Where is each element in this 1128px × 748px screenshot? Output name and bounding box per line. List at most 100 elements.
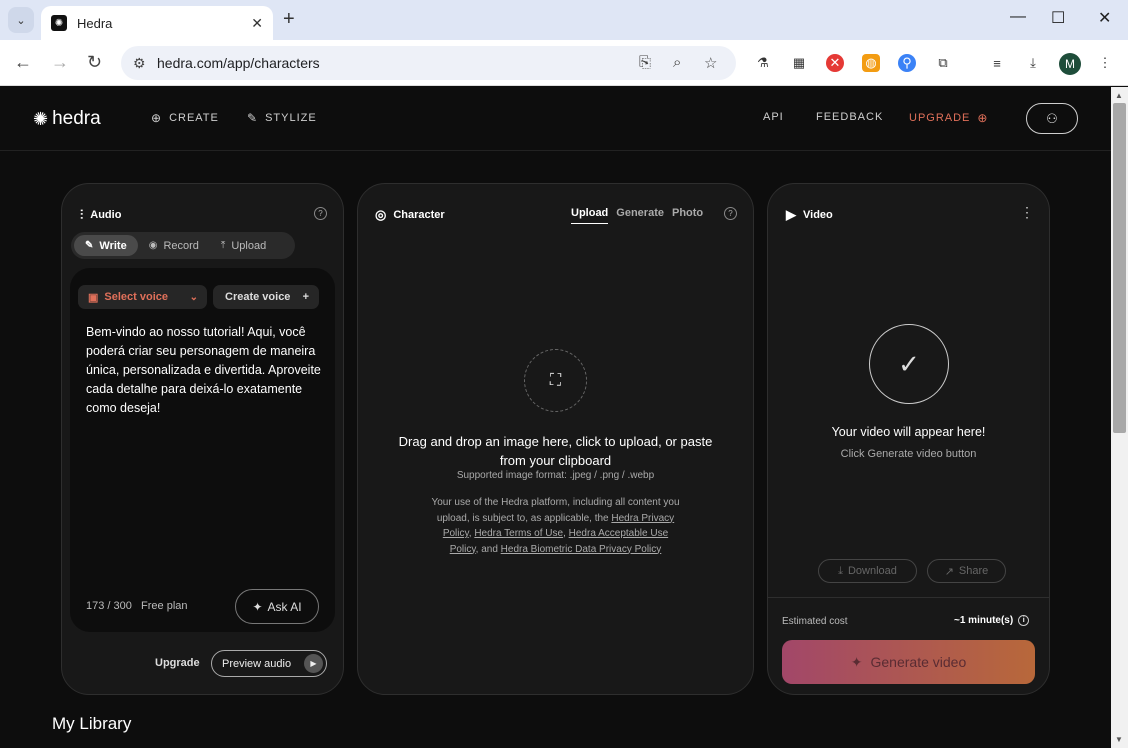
- create-voice-button[interactable]: Create voice +: [213, 285, 319, 309]
- mode-write[interactable]: ✎ Write: [74, 235, 138, 256]
- download-icon[interactable]: ⤓: [1024, 54, 1042, 72]
- person-circle-icon: ◎: [375, 207, 387, 222]
- profile-avatar[interactable]: M: [1059, 53, 1081, 75]
- script-editor: ▣ Select voice ⌄ Create voice + Bem-vind…: [70, 268, 335, 632]
- info-icon[interactable]: i: [1018, 615, 1030, 626]
- legal-and: and: [481, 543, 498, 555]
- mode-record[interactable]: ◉ Record: [138, 235, 210, 256]
- nav-api[interactable]: API: [763, 111, 784, 123]
- record-icon: ◉: [148, 240, 158, 251]
- character-panel: ◎ Character Upload Generate Photo ? ⛶ Dr…: [357, 183, 754, 695]
- sparkle-icon: ✦: [850, 653, 863, 670]
- video-title-text: Video: [803, 209, 833, 221]
- my-library-heading: My Library: [52, 714, 132, 733]
- generate-video-label: Generate video: [870, 654, 967, 670]
- new-tab-button[interactable]: +: [283, 9, 295, 29]
- hedra-logo-icon: ✺: [33, 108, 49, 129]
- close-tab-icon[interactable]: ✕: [251, 15, 263, 32]
- nav-stylize[interactable]: ✎ STYLIZE: [247, 111, 317, 125]
- nav-create[interactable]: ⊕ CREATE: [151, 111, 219, 125]
- biometric-policy-link[interactable]: Hedra Biometric Data Privacy Policy: [501, 544, 662, 555]
- tab-search-button[interactable]: ⌄: [8, 7, 34, 33]
- minimize-icon[interactable]: —: [1010, 8, 1026, 26]
- select-voice-label: Select voice: [104, 291, 168, 303]
- character-panel-title: ◎ Character: [375, 207, 445, 223]
- character-tabs: Upload Generate Photo: [571, 207, 711, 224]
- audio-panel: ⫶ Audio ? ✎ Write ◉ Record ⤒ Upload ▣ Se…: [61, 183, 344, 695]
- share-button[interactable]: ↗ Share: [927, 559, 1006, 583]
- tab-generate[interactable]: Generate: [616, 207, 664, 224]
- nav-upgrade[interactable]: UPGRADE ⊕: [909, 111, 988, 125]
- preview-audio-label: Preview audio: [222, 657, 292, 670]
- maximize-icon[interactable]: ☐: [1051, 8, 1065, 28]
- estimated-cost-label: Estimated cost: [782, 616, 848, 627]
- counter-value: 173 / 300: [86, 600, 132, 612]
- close-window-icon[interactable]: ✕: [1098, 8, 1111, 28]
- share-label: Share: [958, 565, 989, 577]
- extensions-puzzle-icon[interactable]: ⧉: [934, 54, 952, 72]
- more-options-icon[interactable]: ⋮: [1020, 204, 1034, 221]
- upgrade-link[interactable]: Upgrade: [155, 657, 200, 669]
- character-counter: 173 / 300 Free plan: [86, 600, 188, 612]
- forward-icon[interactable]: →: [51, 53, 69, 71]
- mode-write-label: Write: [99, 239, 127, 252]
- mode-upload[interactable]: ⤒ Upload: [210, 235, 277, 256]
- qr-code-icon[interactable]: ▦: [790, 54, 808, 72]
- scrollbar-thumb[interactable]: [1113, 103, 1126, 433]
- browser-tab[interactable]: ✺ Hedra ✕: [41, 6, 273, 40]
- brush-icon: ✎: [247, 111, 259, 125]
- video-panel-title: ▶ Video: [786, 207, 833, 223]
- estimated-cost-text: ~1 minute(s): [954, 615, 1014, 626]
- nav-upgrade-label: UPGRADE: [909, 112, 971, 124]
- image-upload-icon: ⛶: [549, 371, 562, 389]
- pen-icon: ✎: [85, 240, 94, 251]
- address-bar[interactable]: ⚙ hedra.com/app/characters ⎘ ⌕ ☆: [121, 46, 736, 80]
- tab-photo[interactable]: Photo: [672, 207, 703, 224]
- ask-ai-button[interactable]: ✦ Ask AI: [235, 589, 319, 624]
- translate-icon[interactable]: ⎘: [639, 54, 651, 71]
- audio-panel-title: ⫶ Audio: [80, 207, 121, 223]
- script-textarea[interactable]: Bem-vindo ao nosso tutorial! Aqui, você …: [86, 323, 326, 418]
- back-icon[interactable]: ←: [14, 53, 32, 71]
- extension-red-icon[interactable]: ✕: [826, 54, 844, 72]
- chevron-down-icon: ⌄: [189, 291, 198, 303]
- reload-icon[interactable]: ↻: [87, 53, 102, 71]
- share-icon: ↗: [944, 565, 954, 578]
- terms-of-use-link[interactable]: Hedra Terms of Use: [474, 528, 563, 539]
- mode-upload-label: Upload: [231, 239, 267, 252]
- scroll-down-icon[interactable]: ▼: [1115, 735, 1123, 744]
- tab-title: Hedra: [77, 15, 113, 31]
- tab-upload[interactable]: Upload: [571, 207, 609, 224]
- page-scrollbar[interactable]: ▲ ▼: [1111, 87, 1128, 748]
- extension-icon[interactable]: ⚗: [754, 54, 772, 72]
- download-button[interactable]: ⤓ Download: [818, 559, 917, 583]
- help-icon[interactable]: ?: [314, 207, 327, 220]
- plan-label: Free plan: [141, 600, 188, 612]
- menu-kebab-icon[interactable]: ⋮: [1096, 54, 1114, 72]
- browser-tabstrip: ⌄ ✺ Hedra ✕ + — ☐ ✕: [0, 0, 1128, 40]
- bookmark-star-icon[interactable]: ☆: [704, 54, 717, 72]
- browser-toolbar: ← → ↻ ⚙ hedra.com/app/characters ⎘ ⌕ ☆ ⚗…: [0, 40, 1128, 86]
- zoom-icon[interactable]: ⌕: [673, 54, 681, 71]
- site-settings-icon[interactable]: ⚙: [133, 55, 146, 72]
- plus-circle-icon: ⊕: [151, 111, 163, 125]
- scroll-up-icon[interactable]: ▲: [1115, 91, 1123, 100]
- nav-feedback[interactable]: FEEDBACK: [816, 111, 883, 123]
- extension-orange-icon[interactable]: ◍: [862, 54, 880, 72]
- ask-ai-label: Ask AI: [267, 599, 302, 614]
- download-icon: ⤓: [838, 564, 843, 577]
- legal-notice: Your use of the Hedra platform, includin…: [431, 497, 680, 555]
- select-voice-button[interactable]: ▣ Select voice ⌄: [78, 285, 207, 309]
- supported-formats: Supported image format: .jpeg / .png / .…: [456, 470, 655, 481]
- user-account-button[interactable]: ⚇: [1026, 103, 1078, 134]
- help-icon[interactable]: ?: [724, 207, 737, 220]
- image-drop-zone[interactable]: ⛶: [524, 349, 587, 412]
- preview-audio-button[interactable]: Preview audio ▶: [211, 650, 327, 677]
- generate-video-button[interactable]: ✦ Generate video: [782, 640, 1035, 684]
- check-circle-icon: ✓: [869, 324, 949, 404]
- upload-icon: ⤒: [220, 240, 226, 251]
- plus-circle-icon: ⊕: [977, 111, 989, 125]
- media-control-icon[interactable]: ≡: [988, 54, 1006, 72]
- hedra-logo[interactable]: ✺ hedra: [33, 108, 101, 130]
- extension-blue-icon[interactable]: ⚲: [898, 54, 916, 72]
